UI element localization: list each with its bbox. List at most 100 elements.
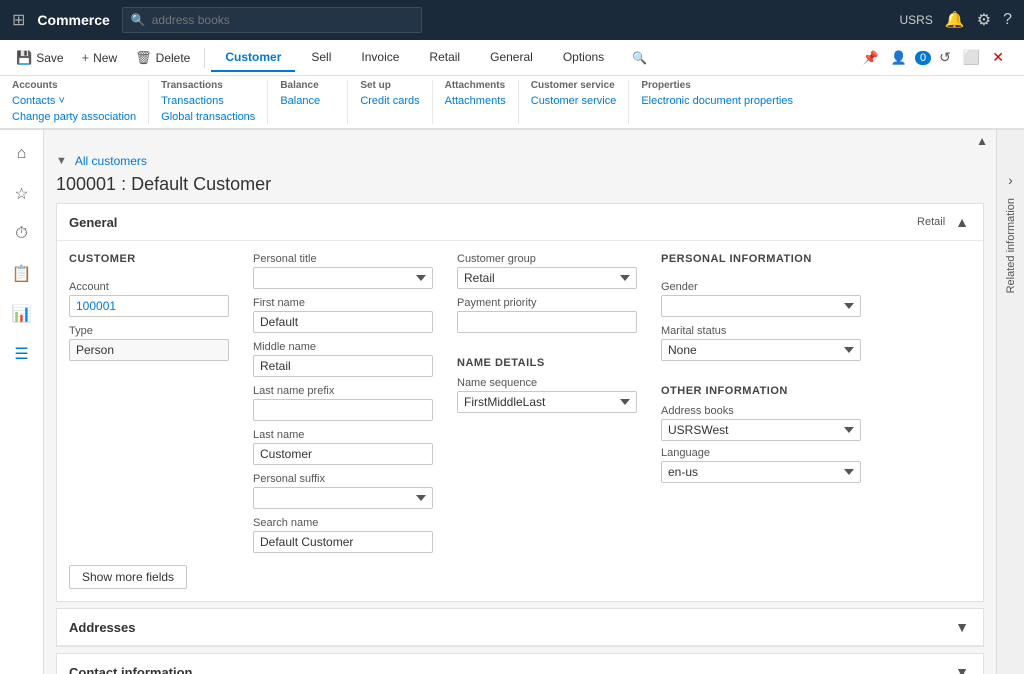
middle-name-input[interactable] [253, 355, 433, 377]
related-information-label[interactable]: Related information [1005, 198, 1017, 293]
help-icon[interactable]: ? [1003, 11, 1012, 29]
type-label: Type [69, 325, 229, 337]
address-books-select[interactable]: USRSWest [661, 419, 861, 441]
first-name-label: First name [253, 297, 433, 309]
sidebar-recent-icon[interactable]: ⏱ [6, 218, 38, 250]
language-field: Language en-us [661, 447, 861, 483]
addresses-collapse-button[interactable]: ▼ [953, 617, 971, 637]
top-actions: USRS 🔔 ⚙ ? [899, 10, 1012, 30]
account-label: Account [69, 281, 229, 293]
middle-name-label: Middle name [253, 341, 433, 353]
contact-collapse-button[interactable]: ▼ [953, 662, 971, 674]
transactions-link[interactable]: Transactions [161, 94, 255, 108]
change-party-link[interactable]: Change party association [12, 110, 136, 124]
sidebar-workspaces-icon[interactable]: 📋 [6, 258, 38, 290]
ribbon-content: Accounts Contacts ˅ Change party associa… [0, 76, 1024, 129]
settings-icon[interactable]: ⚙ [977, 10, 991, 30]
header-area: ▼ All customers 100001 : Default Custome… [44, 152, 996, 203]
global-transactions-link[interactable]: Global transactions [161, 110, 255, 124]
last-name-label: Last name [253, 429, 433, 441]
customer-group-select[interactable]: Retail [457, 267, 637, 289]
sidebar-menu-icon[interactable]: ☰ [6, 338, 38, 370]
language-select[interactable]: en-us [661, 461, 861, 483]
marital-status-select[interactable]: None [661, 339, 861, 361]
ribbon-search-button[interactable]: 🔍 [624, 47, 655, 69]
first-name-input[interactable] [253, 311, 433, 333]
sidebar-home-icon[interactable]: ⌂ [6, 138, 38, 170]
ribbon-group-attachments: Attachments Attachments [433, 80, 519, 124]
ribbon: 💾 Save + New 🗑 Delete Customer Sell Invo… [0, 40, 1024, 130]
delete-icon: 🗑 [135, 50, 152, 66]
first-name-field: First name [253, 297, 433, 333]
balance-link[interactable]: Balance [280, 94, 320, 108]
tab-customer[interactable]: Customer [211, 44, 295, 72]
pin-icon[interactable]: 📌 [859, 48, 883, 68]
payment-priority-input[interactable] [457, 311, 637, 333]
delete-button[interactable]: 🗑 Delete [127, 46, 198, 70]
customer-service-link[interactable]: Customer service [531, 94, 617, 108]
new-button[interactable]: + New [74, 46, 126, 69]
customer-group-label: Customer group [457, 253, 637, 265]
general-section: General Retail ▲ CUSTOMER Account [56, 203, 984, 602]
personal-title-field: Personal title [253, 253, 433, 289]
ribbon-right-icons: 📌 👤 0 ↺ ⬜ ✕ [859, 47, 1016, 68]
last-name-input[interactable] [253, 443, 433, 465]
search-input[interactable] [152, 13, 413, 27]
credit-cards-link[interactable]: Credit cards [360, 94, 419, 108]
collapse-up-button[interactable]: ▲ [976, 134, 988, 148]
content-top-controls: ▲ [44, 130, 996, 152]
user-icon[interactable]: 👤 [887, 48, 911, 68]
name-sequence-label: Name sequence [457, 377, 637, 389]
contact-section-header[interactable]: Contact information ▼ [57, 654, 983, 674]
refresh-icon[interactable]: ↺ [935, 47, 955, 68]
personal-suffix-label: Personal suffix [253, 473, 433, 485]
breadcrumb[interactable]: All customers [75, 154, 147, 168]
search-name-input[interactable] [253, 531, 433, 553]
attachments-link[interactable]: Attachments [445, 94, 506, 108]
maximize-icon[interactable]: ⬜ [959, 47, 984, 68]
close-icon[interactable]: ✕ [988, 47, 1008, 68]
general-section-header[interactable]: General Retail ▲ [57, 204, 983, 241]
sidebar-modules-icon[interactable]: 📊 [6, 298, 38, 330]
contacts-link[interactable]: Contacts ˅ [12, 94, 136, 108]
addresses-section: Addresses ▼ [56, 608, 984, 647]
notification-badge[interactable]: 0 [915, 51, 931, 65]
sidebar-favorites-icon[interactable]: ☆ [6, 178, 38, 210]
new-icon: + [82, 50, 90, 65]
app-name: Commerce [37, 12, 109, 28]
notifications-icon[interactable]: 🔔 [945, 10, 965, 30]
tab-general[interactable]: General [476, 44, 547, 72]
personal-title-select[interactable] [253, 267, 433, 289]
save-button[interactable]: 💾 Save [8, 46, 72, 70]
general-section-body: CUSTOMER Account Type Person [57, 241, 983, 601]
address-books-label: Address books [661, 405, 861, 417]
name-sequence-field: Name sequence FirstMiddleLast [457, 377, 637, 413]
form-area: General Retail ▲ CUSTOMER Account [44, 203, 996, 674]
gender-select[interactable] [661, 295, 861, 317]
general-section-right: Retail ▲ [917, 212, 971, 232]
right-panel-collapse-button[interactable]: › [1006, 170, 1015, 190]
app-grid-icon[interactable]: ⊞ [12, 10, 25, 30]
tab-options[interactable]: Options [549, 44, 618, 72]
tab-invoice[interactable]: Invoice [347, 44, 413, 72]
name-column: Personal title First name Middle name [253, 253, 433, 553]
account-input[interactable] [69, 295, 229, 317]
ribbon-group-accounts: Accounts Contacts ˅ Change party associa… [0, 80, 149, 124]
search-box[interactable]: 🔍 [122, 7, 422, 33]
save-icon: 💾 [16, 50, 32, 66]
top-bar: ⊞ Commerce 🔍 USRS 🔔 ⚙ ? [0, 0, 1024, 40]
tab-sell[interactable]: Sell [297, 44, 345, 72]
personal-info-column: PERSONAL INFORMATION Gender Marital stat… [661, 253, 861, 553]
group-column: Customer group Retail Payment priority [457, 253, 637, 553]
general-collapse-button[interactable]: ▲ [953, 212, 971, 232]
name-sequence-select[interactable]: FirstMiddleLast [457, 391, 637, 413]
electronic-doc-link[interactable]: Electronic document properties [641, 94, 793, 108]
last-name-prefix-input[interactable] [253, 399, 433, 421]
ribbon-toolbar: 💾 Save + New 🗑 Delete Customer Sell Invo… [0, 40, 1024, 76]
addresses-section-header[interactable]: Addresses ▼ [57, 609, 983, 646]
filter-icon[interactable]: ▼ [56, 155, 67, 167]
tab-retail[interactable]: Retail [415, 44, 474, 72]
gender-label: Gender [661, 281, 861, 293]
personal-suffix-select[interactable] [253, 487, 433, 509]
show-more-fields-button[interactable]: Show more fields [69, 565, 187, 589]
